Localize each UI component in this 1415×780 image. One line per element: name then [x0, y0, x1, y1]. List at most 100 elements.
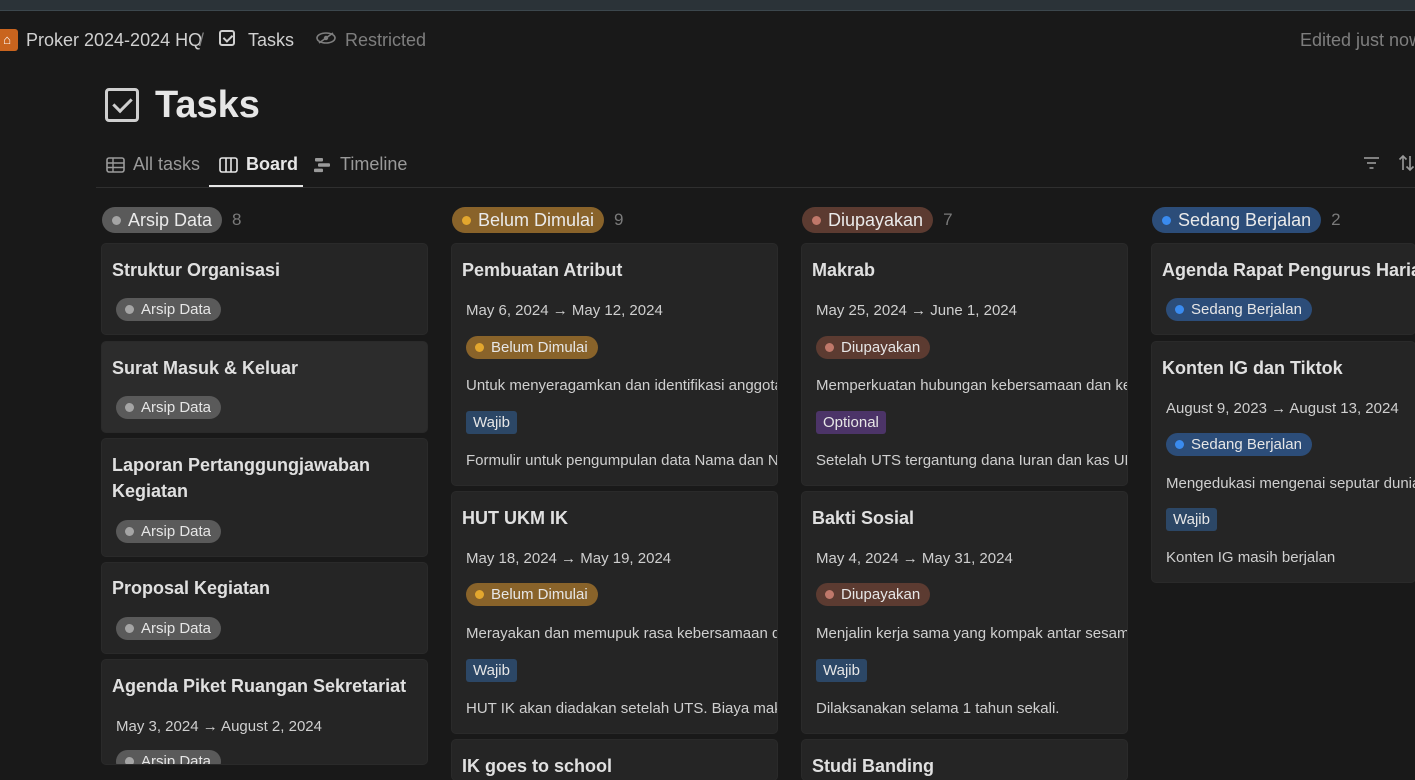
card-date: May 4, 2024 → May 31, 2024 [816, 550, 1013, 567]
card-note: HUT IK akan diadakan setelah UTS. Biaya … [466, 700, 777, 717]
task-card[interactable]: Laporan Pertanggungjawaban Kegiatan Arsi… [102, 439, 427, 556]
status-pill: Sedang Berjalan [1166, 298, 1312, 321]
group-name: Sedang Berjalan [1178, 209, 1312, 230]
status-label: Belum Dimulai [491, 586, 588, 603]
task-card[interactable]: Proposal Kegiatan Arsip Data [102, 563, 427, 653]
status-label: Arsip Data [141, 523, 212, 540]
timeline-icon [314, 157, 330, 172]
filter-icon[interactable] [1363, 156, 1380, 170]
board-column-belum-dimulai: Belum Dimulai 9 Pembuatan Atribut May 6,… [452, 205, 777, 780]
card-date: August 9, 2023 → August 13, 2024 [1166, 400, 1399, 417]
status-dot-icon [812, 215, 821, 225]
status-pill: Arsip Data [116, 520, 222, 543]
group-pill[interactable]: Diupayakan [802, 207, 934, 233]
column-header: Sedang Berjalan 2 [1152, 205, 1415, 235]
status-pill: Belum Dimulai [466, 583, 598, 606]
breadcrumb-page[interactable]: Tasks [248, 30, 294, 51]
group-name: Belum Dimulai [478, 209, 595, 230]
group-pill[interactable]: Belum Dimulai [452, 207, 605, 233]
task-card[interactable]: Bakti Sosial May 4, 2024 → May 31, 2024 … [802, 492, 1127, 733]
card-title: Konten IG dan Tiktok [1162, 358, 1343, 378]
priority-tag: Wajib [466, 659, 517, 682]
card-title: Surat Masuk & Keluar [112, 358, 299, 378]
card-description: Memperkuatan hubungan kebersamaan dan ke [816, 377, 1127, 394]
status-label: Diupayakan [841, 339, 921, 356]
status-pill: Arsip Data [116, 396, 222, 419]
status-dot-icon [475, 590, 484, 599]
status-label: Arsip Data [141, 399, 212, 416]
group-name: Diupayakan [828, 209, 924, 230]
card-title: Bakti Sosial [812, 508, 915, 528]
group-pill[interactable]: Sedang Berjalan [1152, 207, 1322, 233]
board-column-sedang-berjalan: Sedang Berjalan 2 Agenda Rapat Pengurus … [1152, 205, 1415, 585]
status-label: Sedang Berjalan [1191, 436, 1302, 453]
edited-status: Edited just now [1300, 30, 1415, 50]
group-count: 2 [1331, 210, 1341, 229]
status-dot-icon [125, 757, 134, 764]
status-dot-icon [475, 343, 484, 352]
card-date: May 6, 2024 → May 12, 2024 [466, 302, 663, 319]
tab-label: All tasks [133, 154, 201, 174]
card-description: Untuk menyeragamkan dan identifikasi ang… [466, 377, 777, 394]
task-card[interactable]: IK goes to school [452, 740, 777, 780]
group-count: 7 [943, 210, 953, 229]
card-title: Studi Banding [812, 756, 934, 776]
tab-all-tasks[interactable]: All tasks [106, 154, 200, 175]
status-label: Diupayakan [841, 586, 921, 603]
tab-timeline[interactable]: Timeline [313, 154, 407, 175]
task-card[interactable]: Surat Masuk & Keluar Arsip Data [102, 342, 427, 432]
tab-label: Timeline [340, 154, 408, 174]
card-title: Laporan Pertanggungjawaban [112, 455, 371, 475]
tab-label: Board [246, 154, 299, 174]
status-pill: Diupayakan [816, 583, 931, 606]
group-name: Arsip Data [128, 209, 213, 230]
task-card[interactable]: Pembuatan Atribut May 6, 2024 → May 12, … [452, 244, 777, 485]
card-description: Mengedukasi mengenai seputar dunia [1166, 475, 1415, 492]
task-card[interactable]: Struktur Organisasi Arsip Data [102, 244, 427, 334]
sort-icon[interactable] [1398, 154, 1415, 172]
access-status[interactable]: Restricted [345, 30, 426, 51]
card-title: Agenda Piket Ruangan Sekretariat [112, 676, 407, 696]
status-dot-icon [1175, 440, 1184, 449]
card-title-continued: Kegiatan [112, 481, 189, 501]
topbar: ⌂ Proker 2024-2024 HQ / Tasks Restricted… [0, 20, 1415, 58]
checkbox-icon [105, 88, 139, 122]
card-note: Setelah UTS tergantung dana Iuran dan ka… [816, 452, 1127, 469]
table-icon [106, 156, 125, 173]
task-card[interactable]: HUT UKM IK May 18, 2024 → May 19, 2024 B… [452, 492, 777, 733]
task-card[interactable]: Makrab May 25, 2024 → June 1, 2024 Diupa… [802, 244, 1127, 485]
group-pill[interactable]: Arsip Data [102, 207, 223, 233]
column-header: Belum Dimulai 9 [452, 205, 777, 235]
card-note: Formulir untuk pengumpulan data Nama dan… [466, 452, 777, 469]
priority-tag: Wajib [466, 411, 517, 434]
home-icon[interactable]: ⌂ [0, 29, 18, 51]
card-note: Konten IG masih berjalan [1166, 549, 1336, 566]
card-title: Proposal Kegiatan [112, 578, 271, 598]
priority-tag: Wajib [816, 659, 867, 682]
status-dot-icon [112, 215, 121, 225]
page-title[interactable]: Tasks [155, 84, 260, 127]
status-pill: Arsip Data [116, 298, 222, 321]
task-card[interactable]: Konten IG dan Tiktok August 9, 2023 → Au… [1152, 342, 1415, 582]
group-count: 9 [614, 210, 624, 229]
task-card[interactable]: Agenda Rapat Pengurus Harian Sedang Berj… [1152, 244, 1415, 334]
card-description: Menjalin kerja sama yang kompak antar se… [816, 625, 1127, 642]
status-label: Belum Dimulai [491, 339, 588, 356]
task-card[interactable]: Agenda Piket Ruangan Sekretariat May 3, … [102, 660, 427, 764]
window-top-edge [0, 0, 1415, 11]
task-card[interactable]: Studi Banding [802, 740, 1127, 780]
board-icon [219, 156, 238, 173]
status-dot-icon [125, 527, 134, 536]
tab-board[interactable]: Board [219, 154, 298, 175]
card-note: Dilaksanakan selama 1 tahun sekali. [816, 700, 1060, 717]
status-dot-icon [825, 343, 834, 352]
card-title: Struktur Organisasi [112, 260, 281, 280]
column-header: Arsip Data 8 [102, 205, 427, 235]
breadcrumb-workspace[interactable]: Proker 2024-2024 HQ [26, 30, 202, 51]
status-pill: Sedang Berjalan [1166, 433, 1312, 456]
status-dot-icon [825, 590, 834, 599]
eye-slash-icon [316, 32, 336, 44]
checkbox-icon [219, 30, 235, 46]
card-title: Agenda Rapat Pengurus Harian [1162, 260, 1415, 280]
status-dot-icon [1162, 215, 1171, 225]
